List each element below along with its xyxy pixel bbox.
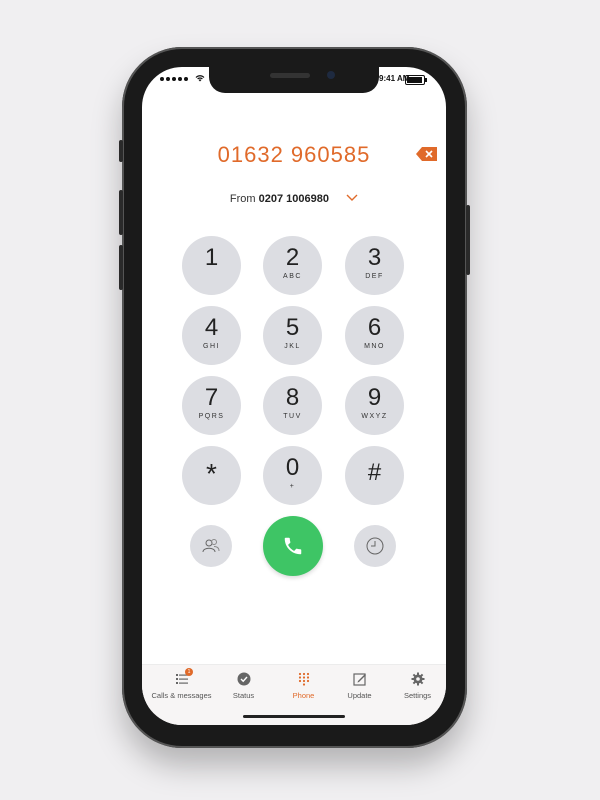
key-digit: 5 (285, 314, 300, 341)
key-digit: 1 (204, 244, 219, 271)
key-9[interactable]: 9 WXYZ (345, 376, 404, 435)
speaker (270, 73, 310, 78)
key-2[interactable]: 2 ABC (263, 236, 322, 295)
key-letters: MNO (364, 343, 385, 350)
key-7[interactable]: 7 PQRS (182, 376, 241, 435)
clock-icon (366, 537, 384, 555)
call-button[interactable] (263, 516, 323, 576)
key-letters: ABC (283, 273, 302, 280)
tab-settings[interactable]: Settings (387, 671, 446, 700)
phone-screen: 9:41 AM 01632 960585 From 0207 1006980 1… (142, 67, 446, 725)
key-letters: PQRS (198, 413, 225, 420)
wifi-icon (195, 74, 205, 84)
key-digit: 6 (367, 314, 382, 341)
notification-badge: 1 (185, 668, 193, 676)
chevron-down-icon[interactable] (346, 192, 358, 204)
caller-id-selector[interactable]: From 0207 1006980 (142, 193, 446, 205)
home-indicator (243, 715, 345, 718)
from-label: From (229, 193, 256, 205)
keypad-icon (298, 672, 309, 686)
tab-label: Status (232, 691, 255, 700)
tab-label: Calls & messages (151, 691, 212, 700)
key-8[interactable]: 8 TUV (263, 376, 322, 435)
gear-icon (411, 672, 424, 686)
key-letters: TUV (283, 413, 302, 420)
mute-switch (119, 140, 123, 162)
key-6[interactable]: 6 MNO (345, 306, 404, 365)
dialed-number[interactable]: 01632 960585 (142, 142, 446, 168)
from-number: 0207 1006980 (258, 193, 330, 205)
key-letters: GHI (203, 343, 220, 350)
key-digit: * (206, 458, 217, 489)
tab-status[interactable]: Status (213, 671, 274, 700)
key-4[interactable]: 4 GHI (182, 306, 241, 365)
front-camera (327, 71, 335, 79)
key-digit: 0 (285, 454, 300, 481)
signal-indicator (160, 74, 205, 84)
tab-label: Phone (292, 691, 315, 700)
key-letters: JKL (284, 343, 301, 350)
key-hash[interactable]: # (345, 446, 404, 505)
history-button[interactable] (354, 525, 396, 567)
tab-update[interactable]: Update (329, 671, 390, 700)
key-letters: DEF (365, 273, 384, 280)
tab-label: Settings (403, 691, 432, 700)
volume-down-button (119, 245, 123, 290)
contacts-icon (202, 539, 220, 553)
tab-calls-messages[interactable]: 1 Calls & messages (151, 668, 212, 700)
key-3[interactable]: 3 DEF (345, 236, 404, 295)
key-digit: 8 (285, 384, 300, 411)
key-letters: + (289, 483, 296, 490)
key-digit: 4 (204, 314, 219, 341)
key-5[interactable]: 5 JKL (263, 306, 322, 365)
tab-label: Update (347, 691, 372, 700)
check-circle-icon (237, 672, 250, 686)
key-digit: 9 (367, 384, 382, 411)
power-button (466, 205, 470, 275)
key-1[interactable]: 1 (182, 236, 241, 295)
key-0[interactable]: 0 + (263, 446, 322, 505)
contacts-button[interactable] (190, 525, 232, 567)
key-digit: 2 (285, 244, 300, 271)
key-letters: WXYZ (361, 413, 388, 420)
edit-icon (352, 673, 366, 686)
battery-icon (405, 75, 427, 85)
notch (209, 67, 379, 93)
key-digit: 3 (367, 244, 382, 271)
volume-up-button (119, 190, 123, 235)
key-star[interactable]: * (182, 446, 241, 505)
phone-icon (284, 537, 302, 555)
key-digit: 7 (204, 384, 219, 411)
key-digit: # (367, 459, 382, 486)
backspace-icon[interactable] (416, 147, 437, 161)
tab-phone[interactable]: Phone (273, 671, 334, 700)
